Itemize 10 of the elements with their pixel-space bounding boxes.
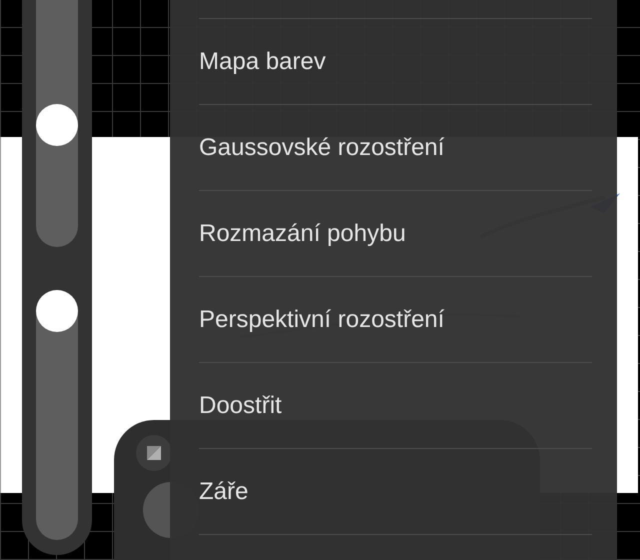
slider-thumb[interactable]	[36, 104, 78, 146]
menu-item[interactable]: Perspektivní rozostření	[199, 277, 592, 363]
slider-thumb[interactable]	[36, 290, 78, 332]
menu-item[interactable]: Rozmazání pohybu	[199, 191, 592, 277]
opacity-slider[interactable]	[36, 290, 78, 540]
menu-item[interactable]: Doostřit	[199, 363, 592, 449]
menu-item[interactable]: Gaussovské rozostření	[199, 105, 592, 191]
menu-item[interactable]: Záře	[199, 449, 592, 535]
menu-item[interactable]: Mapa barev	[199, 19, 592, 105]
size-slider[interactable]	[36, 0, 78, 247]
